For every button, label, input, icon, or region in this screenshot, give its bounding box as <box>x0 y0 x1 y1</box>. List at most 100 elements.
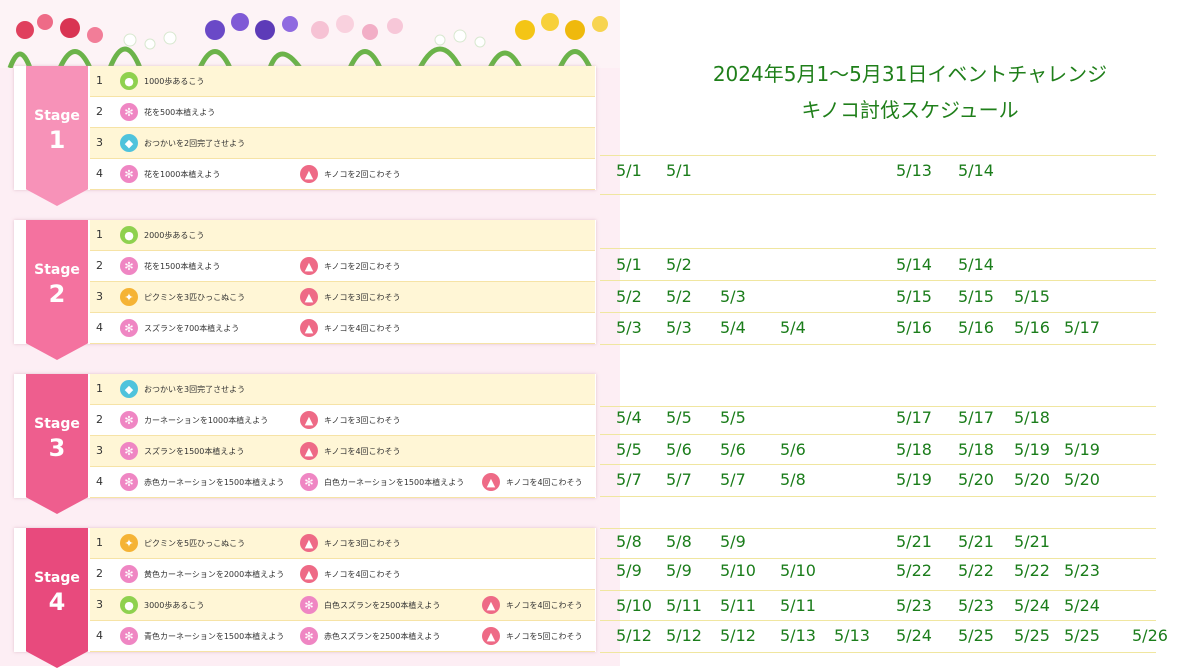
schedule-gridline <box>600 155 1156 156</box>
task-item: ✻ 花を500本植えよう <box>120 102 215 122</box>
schedule-date: 5/10 <box>616 596 652 615</box>
schedule-date: 5/21 <box>958 532 994 551</box>
stage-4-ribbon: Stage 4 <box>26 528 88 668</box>
task-row: 2 ✻ カーネーションを1000本植えよう ▲ キノコを3回こわそう <box>90 405 595 436</box>
schedule-date: 5/26 <box>1132 626 1168 645</box>
schedule-gridline <box>600 558 1156 559</box>
stage-label: Stage <box>34 262 80 278</box>
stage-number: 1 <box>48 126 66 154</box>
schedule-date: 5/13 <box>780 626 816 645</box>
task-number: 2 <box>96 259 103 272</box>
task-number: 1 <box>96 382 103 395</box>
task-label: おつかいを3回完了させよう <box>144 384 246 394</box>
stage-number: 3 <box>48 434 66 462</box>
schedule-date: 5/11 <box>666 596 702 615</box>
mushroom-icon: ▲ <box>300 257 318 275</box>
schedule-date: 5/5 <box>720 408 746 427</box>
schedule-date: 5/14 <box>958 255 994 274</box>
mushroom-icon: ▲ <box>482 473 500 491</box>
task-label: 花を1000本植えよう <box>144 169 221 179</box>
task-row: 1 ● 2000歩あるこう <box>90 220 595 251</box>
schedule-gridline <box>600 496 1156 497</box>
task-number: 4 <box>96 167 103 180</box>
mushroom-icon: ▲ <box>300 165 318 183</box>
task-label: キノコを3回こわそう <box>324 538 401 548</box>
schedule-date: 5/1 <box>666 161 692 180</box>
task-item: ✦ ピクミンを3匹ひっこぬこう <box>120 287 245 307</box>
schedule-date: 5/22 <box>1014 561 1050 580</box>
schedule-gridline <box>600 248 1156 249</box>
task-row: 3 ● 3000歩あるこう ✻ 白色スズランを2500本植えよう ▲ キノコを4回こわそう <box>90 590 595 621</box>
page-title-line1: 2024年5月1〜5月31日イベントチャレンジ <box>712 62 1108 86</box>
schedule-date: 5/15 <box>1014 287 1050 306</box>
schedule-date: 5/7 <box>720 470 746 489</box>
schedule-date: 5/17 <box>896 408 932 427</box>
task-item: ✻ 黄色カーネーションを2000本植えよう <box>120 564 284 584</box>
task-label: スズランを700本植えよう <box>144 323 240 333</box>
schedule-date: 5/19 <box>1064 440 1100 459</box>
task-item: ✻ カーネーションを1000本植えよう <box>120 410 268 430</box>
schedule-date: 5/18 <box>1014 408 1050 427</box>
task-item: ✻ 赤色カーネーションを1500本植えよう <box>120 472 284 492</box>
mushroom-icon: ▲ <box>300 534 318 552</box>
mushroom-icon: ▲ <box>482 627 500 645</box>
schedule-date: 5/25 <box>1014 626 1050 645</box>
task-label: 3000歩あるこう <box>144 600 205 610</box>
task-number: 2 <box>96 105 103 118</box>
task-label: キノコを3回こわそう <box>324 292 401 302</box>
flower-banner-image <box>0 0 620 68</box>
task-item: ✻ スズランを700本植えよう <box>120 318 239 338</box>
schedule-date: 5/12 <box>616 626 652 645</box>
footprint-icon: ● <box>120 596 138 614</box>
task-label: おつかいを2回完了させよう <box>144 138 246 148</box>
schedule-date: 5/25 <box>1064 626 1100 645</box>
task-item: ▲ キノコを4回こわそう <box>300 441 401 461</box>
task-label: 白色スズランを2500本植えよう <box>324 600 441 610</box>
task-row: 3 ◆ おつかいを2回完了させよう <box>90 128 595 159</box>
schedule-date: 5/21 <box>1014 532 1050 551</box>
task-row: 2 ✻ 花を1500本植えよう ▲ キノコを2回こわそう <box>90 251 595 282</box>
task-item: ◆ おつかいを2回完了させよう <box>120 133 245 153</box>
footprint-icon: ● <box>120 226 138 244</box>
schedule-date: 5/24 <box>896 626 932 645</box>
task-label: 赤色カーネーションを1500本植えよう <box>144 477 285 487</box>
schedule-gridline <box>600 280 1156 281</box>
schedule-date: 5/16 <box>1014 318 1050 337</box>
schedule-date: 5/7 <box>616 470 642 489</box>
task-number: 2 <box>96 567 103 580</box>
schedule-date: 5/20 <box>958 470 994 489</box>
task-number: 4 <box>96 475 103 488</box>
schedule-date: 5/13 <box>896 161 932 180</box>
task-row: 3 ✻ スズランを1500本植えよう ▲ キノコを4回こわそう <box>90 436 595 467</box>
task-label: キノコを4回こわそう <box>324 569 401 579</box>
task-item: ✻ 青色カーネーションを1500本植えよう <box>120 626 284 646</box>
schedule-date: 5/7 <box>666 470 692 489</box>
schedule-date: 5/22 <box>896 561 932 580</box>
task-label: 花を500本植えよう <box>144 107 216 117</box>
task-label: キノコを3回こわそう <box>324 415 401 425</box>
schedule-date: 5/5 <box>666 408 692 427</box>
schedule-date: 5/13 <box>834 626 870 645</box>
schedule-gridline <box>600 406 1156 407</box>
task-label: キノコを2回こわそう <box>324 169 401 179</box>
schedule-gridline <box>600 528 1156 529</box>
schedule-date: 5/15 <box>896 287 932 306</box>
schedule-date: 5/17 <box>1064 318 1100 337</box>
schedule-date: 5/14 <box>896 255 932 274</box>
task-item: ▲ キノコを5回こわそう <box>482 626 583 646</box>
schedule-date: 5/3 <box>666 318 692 337</box>
task-row: 1 ◆ おつかいを3回完了させよう <box>90 374 595 405</box>
schedule-date: 5/24 <box>1014 596 1050 615</box>
schedule-date: 5/6 <box>666 440 692 459</box>
mushroom-icon: ▲ <box>300 319 318 337</box>
task-label: キノコを2回こわそう <box>324 261 401 271</box>
task-label: 1000歩あるこう <box>144 76 205 86</box>
mushroom-icon: ▲ <box>300 411 318 429</box>
schedule-date: 5/12 <box>666 626 702 645</box>
mushroom-icon: ▲ <box>300 565 318 583</box>
task-item: ▲ キノコを3回こわそう <box>300 410 401 430</box>
errand-icon: ◆ <box>120 380 138 398</box>
mushroom-icon: ▲ <box>300 288 318 306</box>
task-number: 1 <box>96 536 103 549</box>
task-number: 1 <box>96 228 103 241</box>
